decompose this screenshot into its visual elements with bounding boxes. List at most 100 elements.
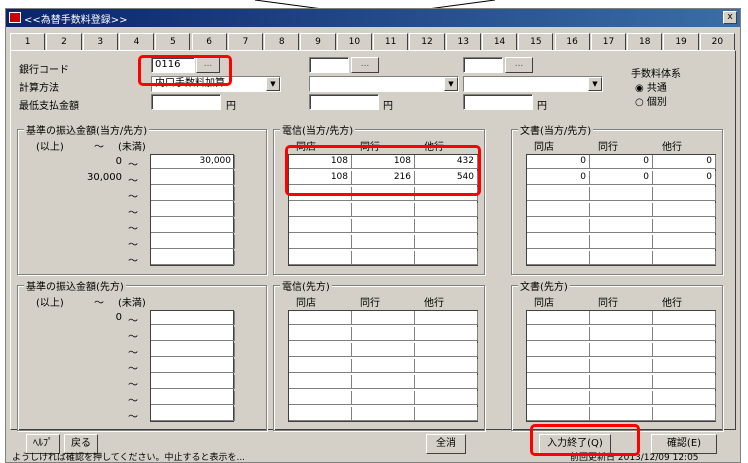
document-both-cell[interactable]: 0 <box>527 171 590 185</box>
telegraph-other-cell[interactable] <box>415 407 478 421</box>
tab-11[interactable]: 11 <box>373 33 409 51</box>
bank-code-lookup-button-3[interactable]: ... <box>505 57 533 73</box>
document-both-cell[interactable] <box>653 251 716 265</box>
document-other-grid[interactable] <box>526 310 716 422</box>
tab-13[interactable]: 13 <box>445 33 481 51</box>
telegraph-other-cell[interactable] <box>352 407 415 421</box>
document-other-cell[interactable] <box>590 327 653 341</box>
document-other-cell[interactable] <box>527 343 590 357</box>
calc-method-select-2[interactable]: ▼ <box>309 76 459 92</box>
telegraph-other-cell[interactable] <box>415 359 478 373</box>
to-amount-cell[interactable] <box>151 391 235 405</box>
tab-19[interactable]: 19 <box>663 33 699 51</box>
tab-20[interactable]: 20 <box>699 33 735 51</box>
document-both-cell[interactable]: 0 <box>527 155 590 169</box>
telegraph-other-cell[interactable] <box>289 407 352 421</box>
document-both-cell[interactable]: 0 <box>590 155 653 169</box>
bank-code-lookup-button[interactable]: ... <box>196 57 220 73</box>
telegraph-other-cell[interactable] <box>352 375 415 389</box>
min-payment-input-2[interactable] <box>309 94 379 110</box>
document-both-cell[interactable] <box>527 219 590 233</box>
telegraph-other-cell[interactable] <box>352 359 415 373</box>
bank-code-lookup-button-2[interactable]: ... <box>351 57 379 73</box>
calc-method-select-3[interactable]: ▼ <box>463 76 603 92</box>
document-other-cell[interactable] <box>590 407 653 421</box>
telegraph-both-cell[interactable]: 432 <box>415 155 478 169</box>
document-both-cell[interactable] <box>590 235 653 249</box>
min-payment-input-3[interactable] <box>463 94 533 110</box>
document-both-cell[interactable] <box>653 235 716 249</box>
to-amount-cell[interactable] <box>151 219 235 233</box>
tab-3[interactable]: 3 <box>82 33 118 51</box>
document-other-cell[interactable] <box>590 311 653 325</box>
document-other-cell[interactable] <box>590 391 653 405</box>
telegraph-other-cell[interactable] <box>352 343 415 357</box>
telegraph-other-cell[interactable] <box>415 375 478 389</box>
to-amount-cell[interactable]: 30,000 <box>151 155 235 169</box>
telegraph-both-cell[interactable] <box>352 235 415 249</box>
telegraph-other-cell[interactable] <box>415 391 478 405</box>
telegraph-other-cell[interactable] <box>289 375 352 389</box>
tab-9[interactable]: 9 <box>300 33 336 51</box>
telegraph-both-cell[interactable] <box>415 203 478 217</box>
telegraph-both-cell[interactable] <box>289 203 352 217</box>
document-both-cell[interactable] <box>527 187 590 201</box>
telegraph-other-cell[interactable] <box>415 343 478 357</box>
telegraph-both-cell[interactable] <box>415 187 478 201</box>
document-other-cell[interactable] <box>527 311 590 325</box>
to-amount-cell[interactable] <box>151 187 235 201</box>
document-both-cell[interactable] <box>590 251 653 265</box>
document-both-cell[interactable]: 0 <box>590 171 653 185</box>
telegraph-both-cell[interactable] <box>415 235 478 249</box>
tab-12[interactable]: 12 <box>409 33 445 51</box>
tab-1[interactable]: 1 <box>10 33 46 51</box>
telegraph-other-grid[interactable] <box>288 310 478 422</box>
document-other-cell[interactable] <box>527 327 590 341</box>
document-other-cell[interactable] <box>590 359 653 373</box>
telegraph-other-cell[interactable] <box>415 327 478 341</box>
tab-14[interactable]: 14 <box>481 33 518 51</box>
tab-7[interactable]: 7 <box>227 33 264 51</box>
document-both-cell[interactable]: 0 <box>653 155 716 169</box>
tab-8[interactable]: 8 <box>264 33 300 51</box>
document-other-cell[interactable] <box>527 391 590 405</box>
telegraph-both-cell[interactable] <box>415 219 478 233</box>
document-both-grid[interactable]: 000000 <box>526 154 716 266</box>
tab-2[interactable]: 2 <box>46 33 82 51</box>
document-other-cell[interactable] <box>527 359 590 373</box>
telegraph-both-cell[interactable] <box>289 187 352 201</box>
document-other-cell[interactable] <box>653 327 716 341</box>
document-other-cell[interactable] <box>653 359 716 373</box>
telegraph-both-cell[interactable] <box>415 251 478 265</box>
tab-16[interactable]: 16 <box>554 33 590 51</box>
tab-4[interactable]: 4 <box>118 33 155 51</box>
bank-code-input[interactable]: 0116 <box>151 57 195 73</box>
telegraph-both-cell[interactable]: 108 <box>289 171 352 185</box>
upper-to-amount-grid[interactable]: 30,000 <box>150 154 235 266</box>
to-amount-cell[interactable] <box>151 359 235 373</box>
tab-10[interactable]: 10 <box>336 33 372 51</box>
document-other-cell[interactable] <box>527 375 590 389</box>
document-other-cell[interactable] <box>653 391 716 405</box>
document-both-cell[interactable] <box>527 251 590 265</box>
fee-system-individual-radio[interactable]: ○ 個別 <box>635 93 667 108</box>
telegraph-both-cell[interactable] <box>289 219 352 233</box>
to-amount-cell[interactable] <box>151 171 235 185</box>
tab-15[interactable]: 15 <box>518 33 554 51</box>
telegraph-other-cell[interactable] <box>415 311 478 325</box>
to-amount-cell[interactable] <box>151 251 235 265</box>
telegraph-both-cell[interactable]: 108 <box>289 155 352 169</box>
to-amount-cell[interactable] <box>151 235 235 249</box>
bank-code-input-2[interactable] <box>309 57 349 73</box>
document-other-cell[interactable] <box>527 407 590 421</box>
bank-code-input-3[interactable] <box>463 57 503 73</box>
to-amount-cell[interactable] <box>151 327 235 341</box>
to-amount-cell[interactable] <box>151 343 235 357</box>
telegraph-other-cell[interactable] <box>352 391 415 405</box>
document-both-cell[interactable] <box>653 187 716 201</box>
document-other-cell[interactable] <box>653 375 716 389</box>
document-both-cell[interactable] <box>653 203 716 217</box>
document-both-cell[interactable] <box>653 219 716 233</box>
to-amount-cell[interactable] <box>151 407 235 421</box>
close-button[interactable]: x <box>723 11 737 24</box>
